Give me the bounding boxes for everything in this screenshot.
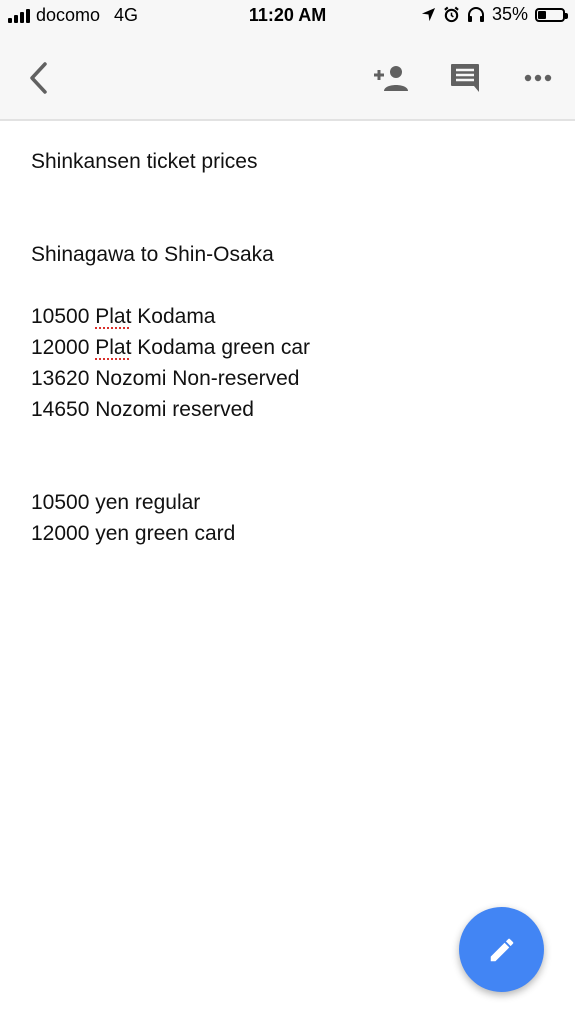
summary-line: 12000 yen green card — [31, 522, 236, 545]
status-right: 35% — [421, 4, 568, 25]
note-body[interactable]: Shinkansen ticket prices Shinagawa to Sh… — [31, 146, 541, 549]
route-line: Shinagawa to Shin-Osaka — [31, 243, 274, 266]
more-options-button[interactable] — [518, 58, 558, 98]
price-amount: 10500 — [31, 305, 90, 328]
back-chevron-icon — [30, 62, 47, 94]
note-toolbar — [0, 34, 575, 121]
battery-fill — [538, 10, 546, 19]
price-line: 13620 Nozomi Non-reserved — [31, 363, 541, 394]
note-title: Shinkansen ticket prices — [31, 150, 258, 173]
price-amount: 12000 — [31, 336, 90, 359]
price-description: Kodama green car — [131, 336, 311, 359]
battery-percent: 35% — [491, 4, 528, 24]
add-collaborator-button[interactable] — [371, 58, 411, 98]
misspelled-word: Plat — [95, 305, 132, 328]
back-button[interactable] — [18, 58, 58, 98]
more-horizontal-icon — [524, 74, 552, 82]
note-screen: docomo 4G 11:20 AM 35% Shinkansen ticket… — [0, 0, 575, 1024]
summary-line: 10500 yen regular — [31, 491, 201, 514]
price-line: 12000 Plat Kodama green car — [31, 332, 541, 363]
add-person-icon — [374, 66, 408, 91]
price-description: Nozomi reserved — [95, 398, 254, 421]
alarm-icon — [444, 6, 459, 23]
location-arrow-icon — [421, 7, 436, 22]
comments-button[interactable] — [445, 58, 485, 98]
price-amount: 14650 — [31, 398, 90, 421]
misspelled-word: Plat — [95, 336, 132, 359]
comment-icon — [451, 64, 479, 92]
status-bar: docomo 4G 11:20 AM 35% — [0, 0, 575, 34]
price-line: 10500 Plat Kodama — [31, 301, 541, 332]
price-description: Kodama — [131, 305, 216, 328]
price-amount: 13620 — [31, 367, 90, 390]
pencil-edit-icon — [490, 938, 513, 961]
edit-fab-button[interactable] — [459, 907, 544, 992]
headphones-icon — [467, 7, 484, 22]
battery-icon — [535, 7, 568, 22]
price-description: Nozomi Non-reserved — [95, 367, 300, 390]
price-line: 14650 Nozomi reserved — [31, 394, 541, 425]
